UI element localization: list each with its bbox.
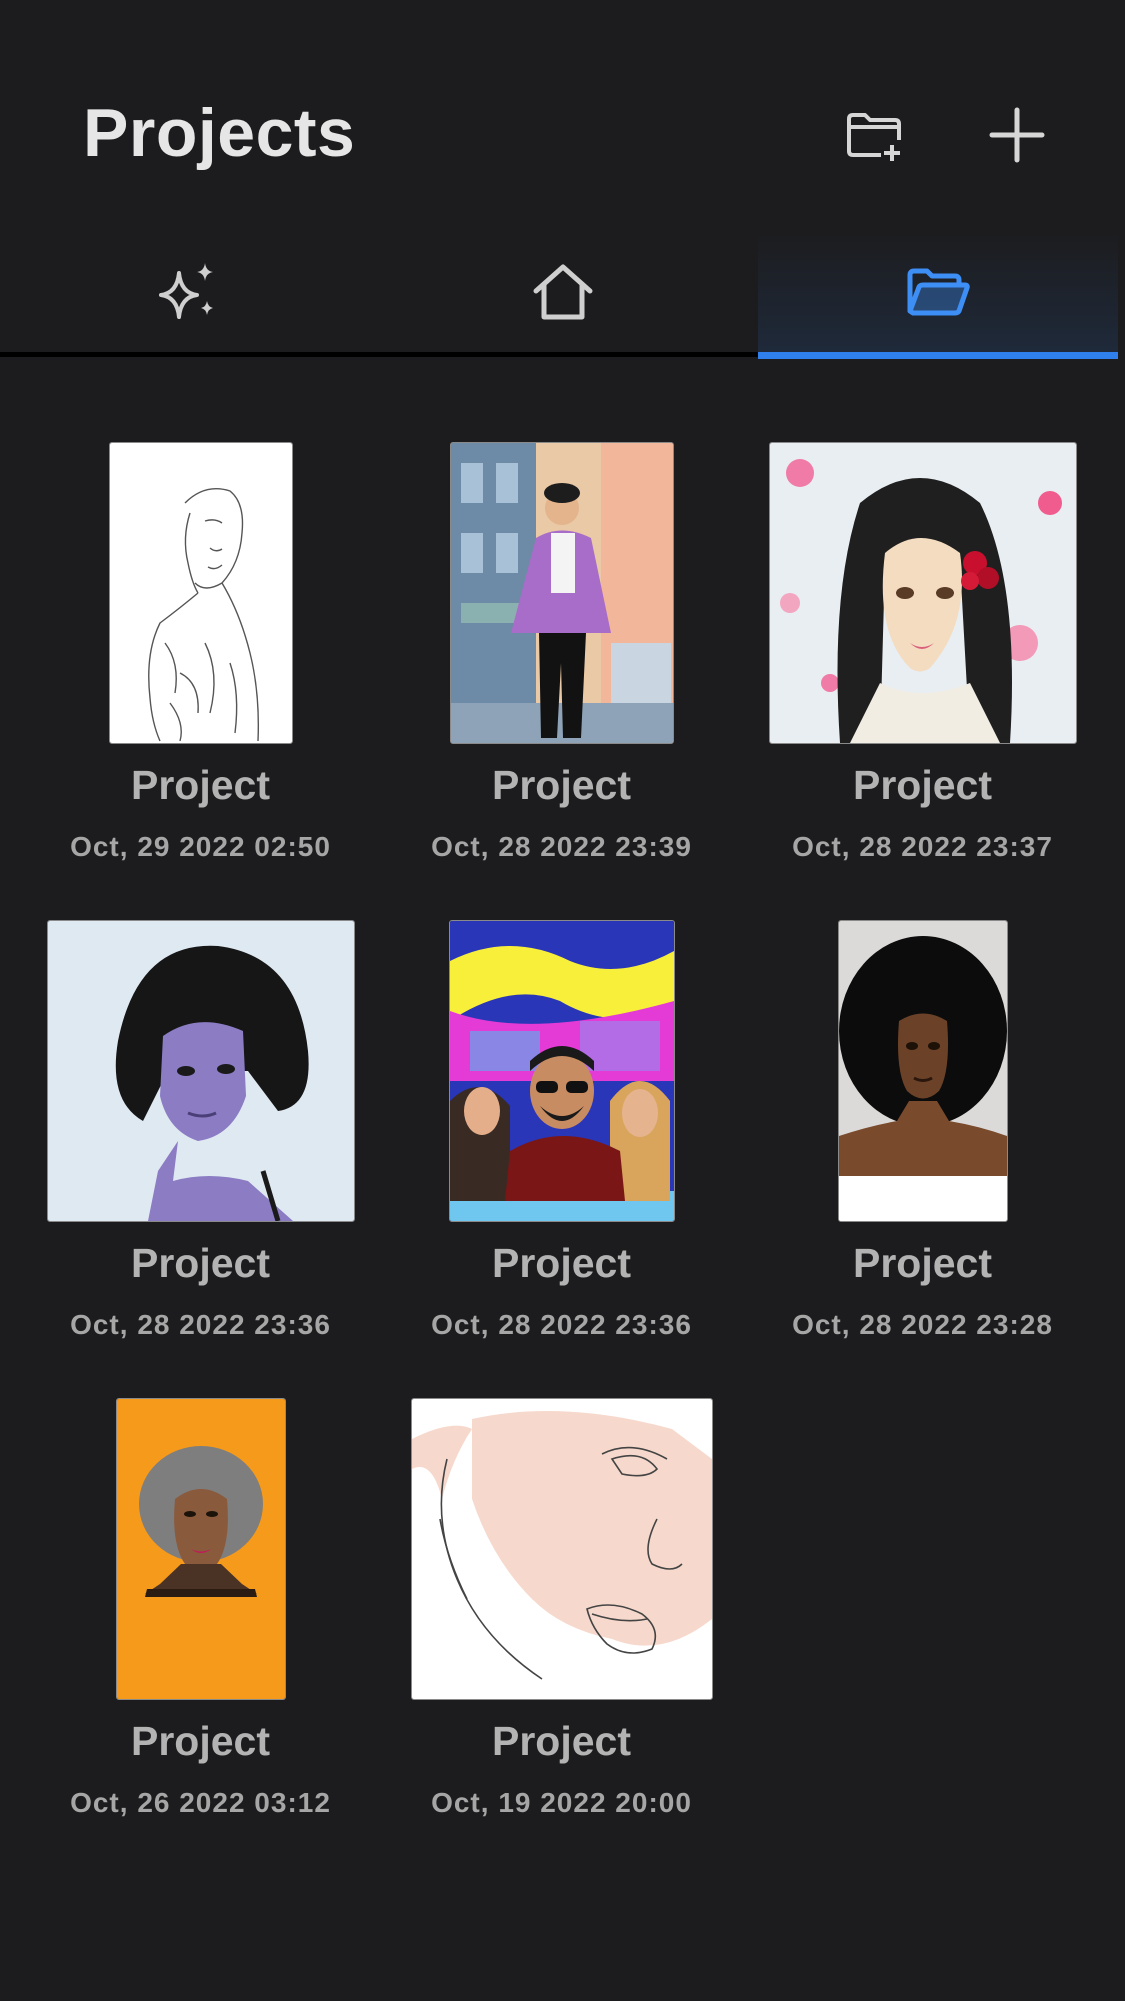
- plus-icon: [989, 107, 1045, 163]
- project-thumbnail[interactable]: [768, 442, 1077, 744]
- thumbnail-frame: [742, 920, 1103, 1222]
- page-title: Projects: [83, 95, 356, 171]
- project-card[interactable]: Project Oct, 19 2022 20:00: [381, 1398, 742, 1840]
- project-thumbnail[interactable]: [115, 1398, 286, 1700]
- project-card[interactable]: Project Oct, 28 2022 23:36: [20, 920, 381, 1362]
- project-thumbnail[interactable]: [448, 920, 675, 1222]
- project-thumbnail[interactable]: [410, 1398, 713, 1700]
- new-folder-button[interactable]: [840, 100, 910, 170]
- project-title: Project: [492, 1240, 631, 1286]
- project-title: Project: [131, 1718, 270, 1764]
- thumbnail-frame: [381, 920, 742, 1222]
- folder-open-icon: [907, 268, 970, 316]
- tab-ideas[interactable]: [0, 230, 375, 356]
- project-title: Project: [492, 762, 631, 808]
- tab-divider: [0, 352, 758, 357]
- project-date: Oct, 28 2022 23:36: [70, 1309, 331, 1340]
- thumbnail-frame: [381, 442, 742, 744]
- folder-plus-icon: [847, 113, 901, 161]
- project-thumbnail[interactable]: [837, 920, 1008, 1222]
- project-title: Project: [131, 1240, 270, 1286]
- tab-bar: [0, 230, 1125, 360]
- house-icon: [533, 264, 592, 320]
- project-date: Oct, 26 2022 03:12: [70, 1787, 331, 1818]
- project-date: Oct, 28 2022 23:36: [431, 1309, 692, 1340]
- tab-projects[interactable]: [758, 230, 1118, 356]
- project-thumbnail[interactable]: [46, 920, 355, 1222]
- project-card[interactable]: Project Oct, 26 2022 03:12: [20, 1398, 381, 1840]
- active-tab-indicator: [758, 352, 1118, 359]
- project-date: Oct, 29 2022 02:50: [70, 831, 331, 862]
- thumbnail-frame: [742, 442, 1103, 744]
- project-date: Oct, 28 2022 23:37: [792, 831, 1053, 862]
- sparkles-icon: [158, 263, 213, 319]
- thumbnail-frame: [20, 920, 381, 1222]
- project-date: Oct, 19 2022 20:00: [431, 1787, 692, 1818]
- project-card[interactable]: Project Oct, 28 2022 23:37: [742, 442, 1103, 884]
- project-card[interactable]: Project Oct, 28 2022 23:36: [381, 920, 742, 1362]
- project-thumbnail[interactable]: [449, 442, 674, 744]
- project-thumbnail[interactable]: [108, 442, 293, 744]
- thumbnail-frame: [20, 442, 381, 744]
- tab-home[interactable]: [375, 230, 750, 356]
- project-card[interactable]: Project Oct, 29 2022 02:50: [20, 442, 381, 884]
- thumbnail-frame: [20, 1398, 381, 1700]
- project-title: Project: [853, 1240, 992, 1286]
- project-date: Oct, 28 2022 23:39: [431, 831, 692, 862]
- project-card[interactable]: Project Oct, 28 2022 23:39: [381, 442, 742, 884]
- header: Projects: [0, 0, 1125, 230]
- project-date: Oct, 28 2022 23:28: [792, 1309, 1053, 1340]
- add-project-button[interactable]: [982, 100, 1052, 170]
- thumbnail-frame: [381, 1398, 742, 1700]
- project-title: Project: [853, 762, 992, 808]
- project-title: Project: [492, 1718, 631, 1764]
- project-title: Project: [131, 762, 270, 808]
- project-card[interactable]: Project Oct, 28 2022 23:28: [742, 920, 1103, 1362]
